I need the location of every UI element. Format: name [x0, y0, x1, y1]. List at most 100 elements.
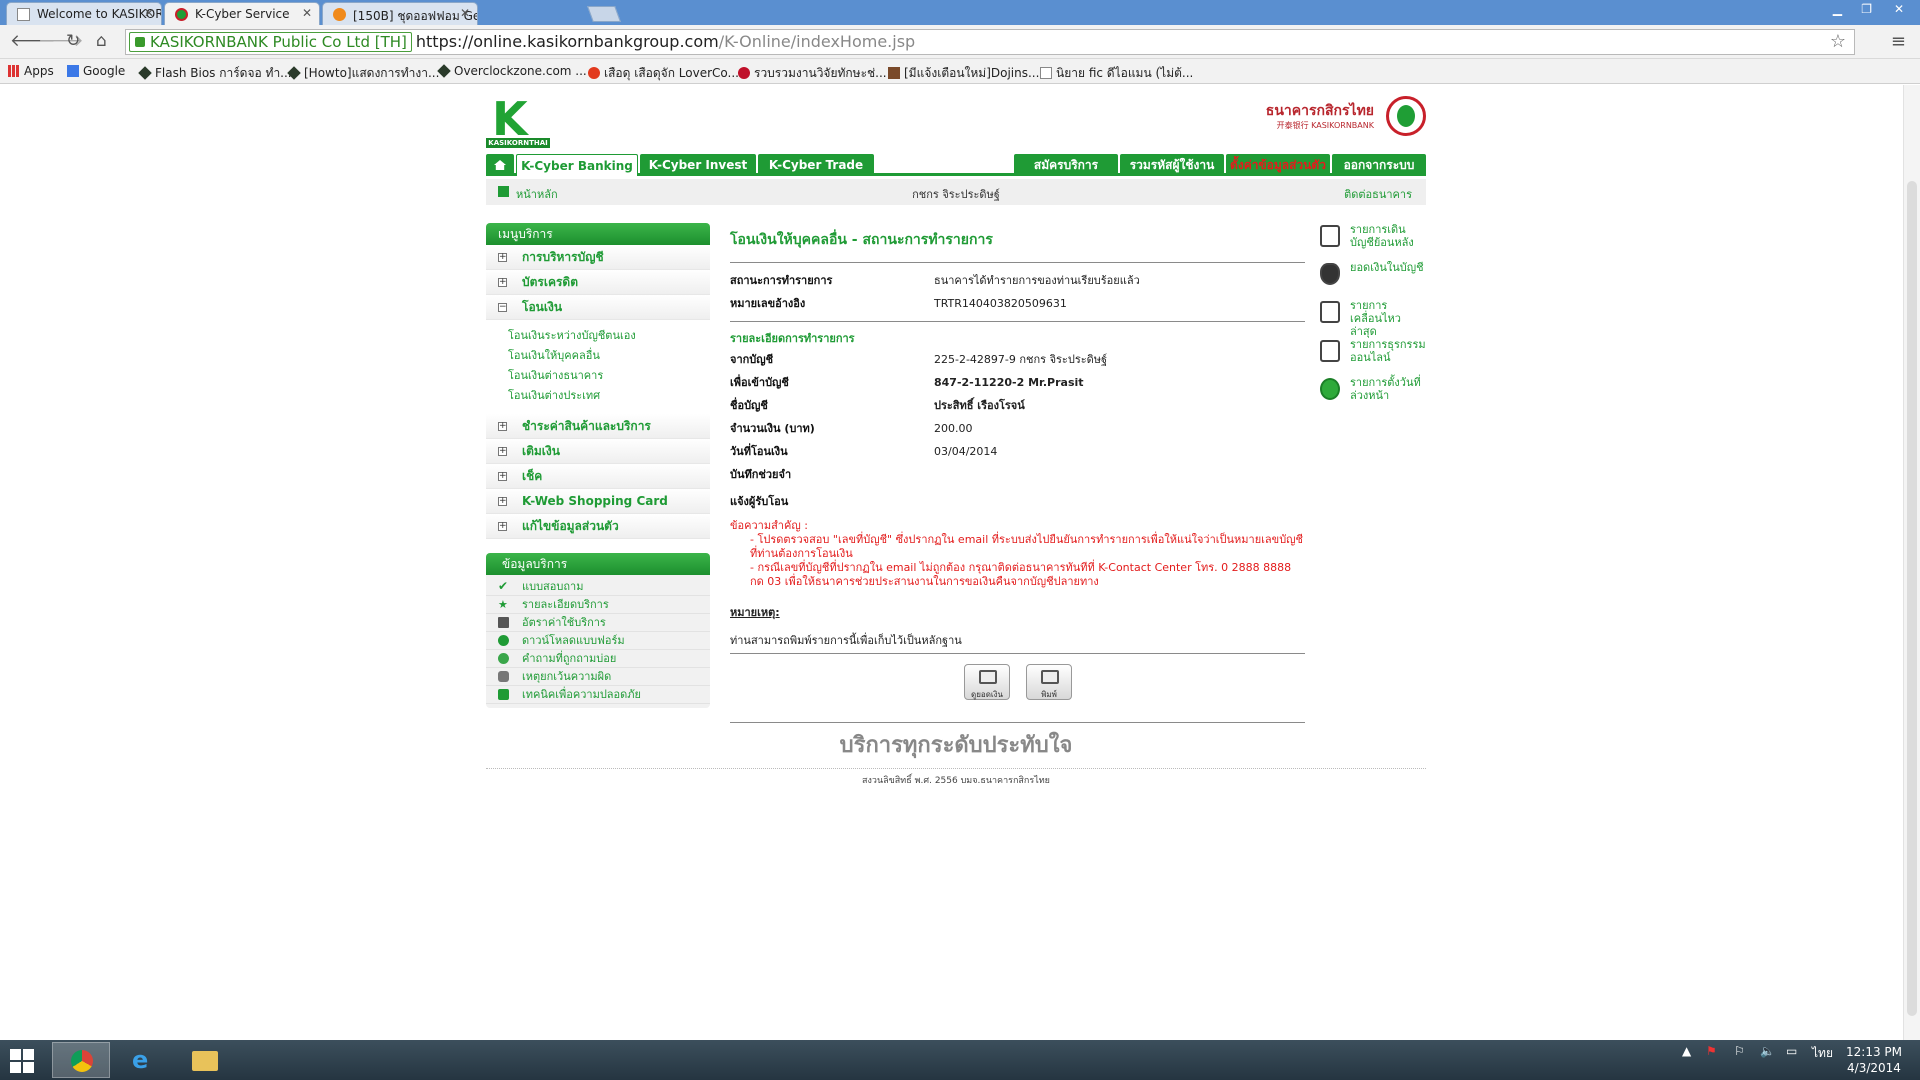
show-hidden-icons-icon[interactable]: ▲ [1682, 1044, 1691, 1058]
quick-link-online-transactions[interactable]: รายการธุรกรรมออนไลน์ [1316, 338, 1426, 376]
info-item-faq[interactable]: คำถามที่ถูกถามบ่อย [486, 650, 710, 668]
bookmark-dojins[interactable]: [มีแจ้งเตือนใหม่]Dojins... [888, 64, 1039, 83]
memo-row: บันทึกช่วยจำ [730, 463, 1305, 486]
minimize-icon[interactable]: ▁ [1833, 2, 1842, 16]
scrollbar-thumb[interactable] [1907, 181, 1917, 1016]
document-check-icon [1320, 225, 1340, 247]
info-item-service-details[interactable]: ★ รายละเอียดบริการ [486, 596, 710, 614]
network-warning-icon[interactable]: ⚑ [1706, 1044, 1717, 1058]
action-buttons: ดูยอดเงิน พิมพ์ [730, 653, 1305, 723]
submenu-international-transfer[interactable]: โอนเงินต่างประเทศ [508, 386, 710, 406]
action-center-flag-icon[interactable]: ⚐ [1734, 1044, 1745, 1058]
menu-item-edit-profile[interactable]: + แก้ไขข้อมูลส่วนตัว [486, 514, 710, 539]
bookmark-google[interactable]: Google [67, 64, 125, 78]
reload-icon[interactable]: ↻ [66, 31, 80, 51]
submenu-own-account-transfer[interactable]: โอนเงินระหว่างบัญชีตนเอง [508, 326, 710, 346]
quick-link-statement-history[interactable]: รายการเดินบัญชีย้อนหลัง [1316, 223, 1426, 261]
windows-start-icon[interactable] [10, 1049, 34, 1073]
menu-item-bill-payment[interactable]: + ชำระค่าสินค้าและบริการ [486, 414, 710, 439]
bookmark-howto[interactable]: [Howto]แสดงการทำงา... [287, 64, 439, 83]
info-item-security-tips[interactable]: เทคนิคเพื่อความปลอดภัย [486, 686, 710, 704]
windows-taskbar: e ▲ ⚑ ⚐ 🔈 ▭ ไทย 12:13 PM 4/3/2014 [0, 1040, 1920, 1080]
close-icon[interactable]: ✕ [144, 6, 154, 20]
bookmark-loverco[interactable]: เสือดุ เสือดุจัก LoverCo... [588, 64, 739, 83]
system-clock[interactable]: 12:13 PM 4/3/2014 [1846, 1044, 1902, 1076]
status-label: สถานะการทำรายการ [730, 274, 833, 287]
window-close-icon[interactable]: ✕ [1894, 2, 1904, 16]
bank-name-en: 开泰银行 KASIKORNBANK [1276, 121, 1374, 130]
tab-logout[interactable]: ออกจากระบบ [1332, 154, 1426, 176]
quick-link-recent-activity[interactable]: รายการเคลื่อนไหวล่าสุด [1316, 299, 1426, 338]
new-tab-button[interactable] [587, 6, 621, 22]
chrome-icon [71, 1050, 93, 1072]
k-logo[interactable]: K KASIKORNTHAI [486, 96, 550, 149]
document-check-icon [1320, 301, 1340, 323]
tab-register-service[interactable]: สมัครบริการ [1014, 154, 1118, 176]
browser-tabstrip: Welcome to KASIKORNBA ✕ K-Cyber Service … [0, 0, 1920, 25]
close-icon[interactable]: ✕ [302, 6, 312, 20]
menu-item-k-web-shopping-card[interactable]: + K-Web Shopping Card [486, 489, 710, 514]
quick-link-scheduled[interactable]: รายการตั้งวันที่ล่วงหน้า [1316, 376, 1426, 414]
input-language[interactable]: ไทย [1812, 1044, 1833, 1063]
tab-k-cyber-invest[interactable]: K-Cyber Invest [640, 154, 756, 176]
taskbar-chrome[interactable] [52, 1042, 110, 1078]
menu-item-cheque[interactable]: + เช็ค [486, 464, 710, 489]
menu-item-top-up[interactable]: + เติมเงิน [486, 439, 710, 464]
kbank-emblem-icon [1386, 96, 1426, 136]
info-item-download-forms[interactable]: ดาวน์โหลดแบบฟอร์ม [486, 632, 710, 650]
bookmark-fic[interactable]: นิยาย fic ดีไอแมน (ไม่ต้... [1040, 64, 1193, 83]
bookmark-research[interactable]: รวบรวมงานวิจัยทักษะช่... [738, 64, 887, 83]
lock-icon [135, 37, 145, 47]
chrome-menu-icon[interactable]: ≡ [1891, 31, 1906, 52]
address-bar[interactable]: KASIKORNBANK Public Co Ltd [TH] https://o… [125, 29, 1855, 55]
volume-icon[interactable]: 🔈 [1760, 1044, 1775, 1058]
restore-icon[interactable]: ❐ [1861, 2, 1872, 16]
collapse-minus-icon: − [498, 302, 507, 312]
bookmark-overclockzone[interactable]: Overclockzone.com ... [437, 64, 587, 78]
home-icon[interactable]: ⌂ [96, 31, 107, 51]
notify-row: แจ้งผู้รับโอน [730, 490, 1305, 513]
footer-divider [486, 768, 1426, 769]
bookmark-star-icon[interactable]: ☆ [1830, 30, 1846, 54]
copyright: สงวนลิขสิทธิ์ พ.ศ. 2556 บมจ.ธนาคารกสิกรไ… [862, 776, 1050, 786]
submenu-third-party-transfer[interactable]: โอนเงินให้บุคคลอื่น [508, 346, 710, 366]
vertical-scrollbar[interactable] [1903, 85, 1920, 1040]
url-host: online.kasikornbankgroup.com [473, 32, 719, 51]
diamond-icon [138, 66, 152, 80]
info-item-disclaimer[interactable]: เหตุยกเว้นความผิด [486, 668, 710, 686]
tab-combine-user-id[interactable]: รวมรหัสผู้ใช้งาน [1120, 154, 1224, 176]
tab-k-cyber-trade[interactable]: K-Cyber Trade [758, 154, 874, 176]
tab-personal-settings[interactable]: ตั้งค่าข้อมูลส่วนตัว [1226, 154, 1330, 176]
status-row: สถานะการทำรายการ ธนาคารได้ทำรายการของท่า… [730, 269, 1305, 292]
home-tab[interactable] [486, 154, 514, 176]
contact-bank-link[interactable]: ติดต่อธนาคาร [1344, 185, 1412, 203]
tab-k-cyber-banking[interactable]: K-Cyber Banking [516, 154, 638, 176]
menu-item-account-management[interactable]: + การบริหารบัญชี [486, 245, 710, 270]
menu-item-credit-card[interactable]: + บัตรเครดิต [486, 270, 710, 295]
reference-label: หมายเลขอ้างอิง [730, 297, 806, 310]
submenu-interbank-transfer[interactable]: โอนเงินต่างธนาคาร [508, 366, 710, 386]
transfer-submenu: โอนเงินระหว่างบัญชีตนเอง โอนเงินให้บุคคล… [486, 320, 710, 414]
bookmark-apps[interactable]: Apps [8, 64, 54, 78]
browser-tab-shop[interactable]: [150B] ชุดออฟฟอม Gemini Du ✕ [322, 2, 478, 25]
tab-title: K-Cyber Service [195, 7, 290, 21]
view-balance-button[interactable]: ดูยอดเงิน [964, 664, 1010, 700]
display-icon[interactable]: ▭ [1786, 1044, 1797, 1058]
page-icon [17, 8, 30, 21]
taskbar-internet-explorer[interactable]: e [114, 1042, 172, 1078]
taskbar-file-explorer[interactable] [176, 1042, 234, 1078]
print-button[interactable]: พิมพ์ [1026, 664, 1072, 700]
bookmark-flash-bios[interactable]: Flash Bios การ์ดจอ ทำ... [138, 64, 292, 83]
browser-tab-kcyber[interactable]: K-Cyber Service ✕ [164, 2, 320, 25]
ev-certificate-badge[interactable]: KASIKORNBANK Public Co Ltd [TH] [129, 32, 412, 52]
menu-item-transfer[interactable]: − โอนเงิน [486, 295, 710, 320]
browser-tab-welcome[interactable]: Welcome to KASIKORNBA ✕ [6, 2, 162, 25]
browser-toolbar: 🡐 🡒 ↻ ⌂ KASIKORNBANK Public Co Ltd [TH] h… [0, 25, 1920, 59]
close-icon[interactable]: ✕ [460, 6, 470, 20]
info-item-survey[interactable]: ✔ แบบสอบถาม [486, 578, 710, 596]
kasikornbank-logo: ธนาคารกสิกรไทย 开泰银行 KASIKORNBANK [1256, 96, 1426, 136]
info-item-fees[interactable]: อัตราค่าใช้บริการ [486, 614, 710, 632]
menu-header: เมนูบริการ [486, 223, 710, 245]
notice-line-1: - โปรดตรวจสอบ "เลขที่บัญชี" ซึ่งปรากฏใน … [750, 533, 1304, 560]
quick-link-balance[interactable]: ยอดเงินในบัญชี [1316, 261, 1426, 299]
